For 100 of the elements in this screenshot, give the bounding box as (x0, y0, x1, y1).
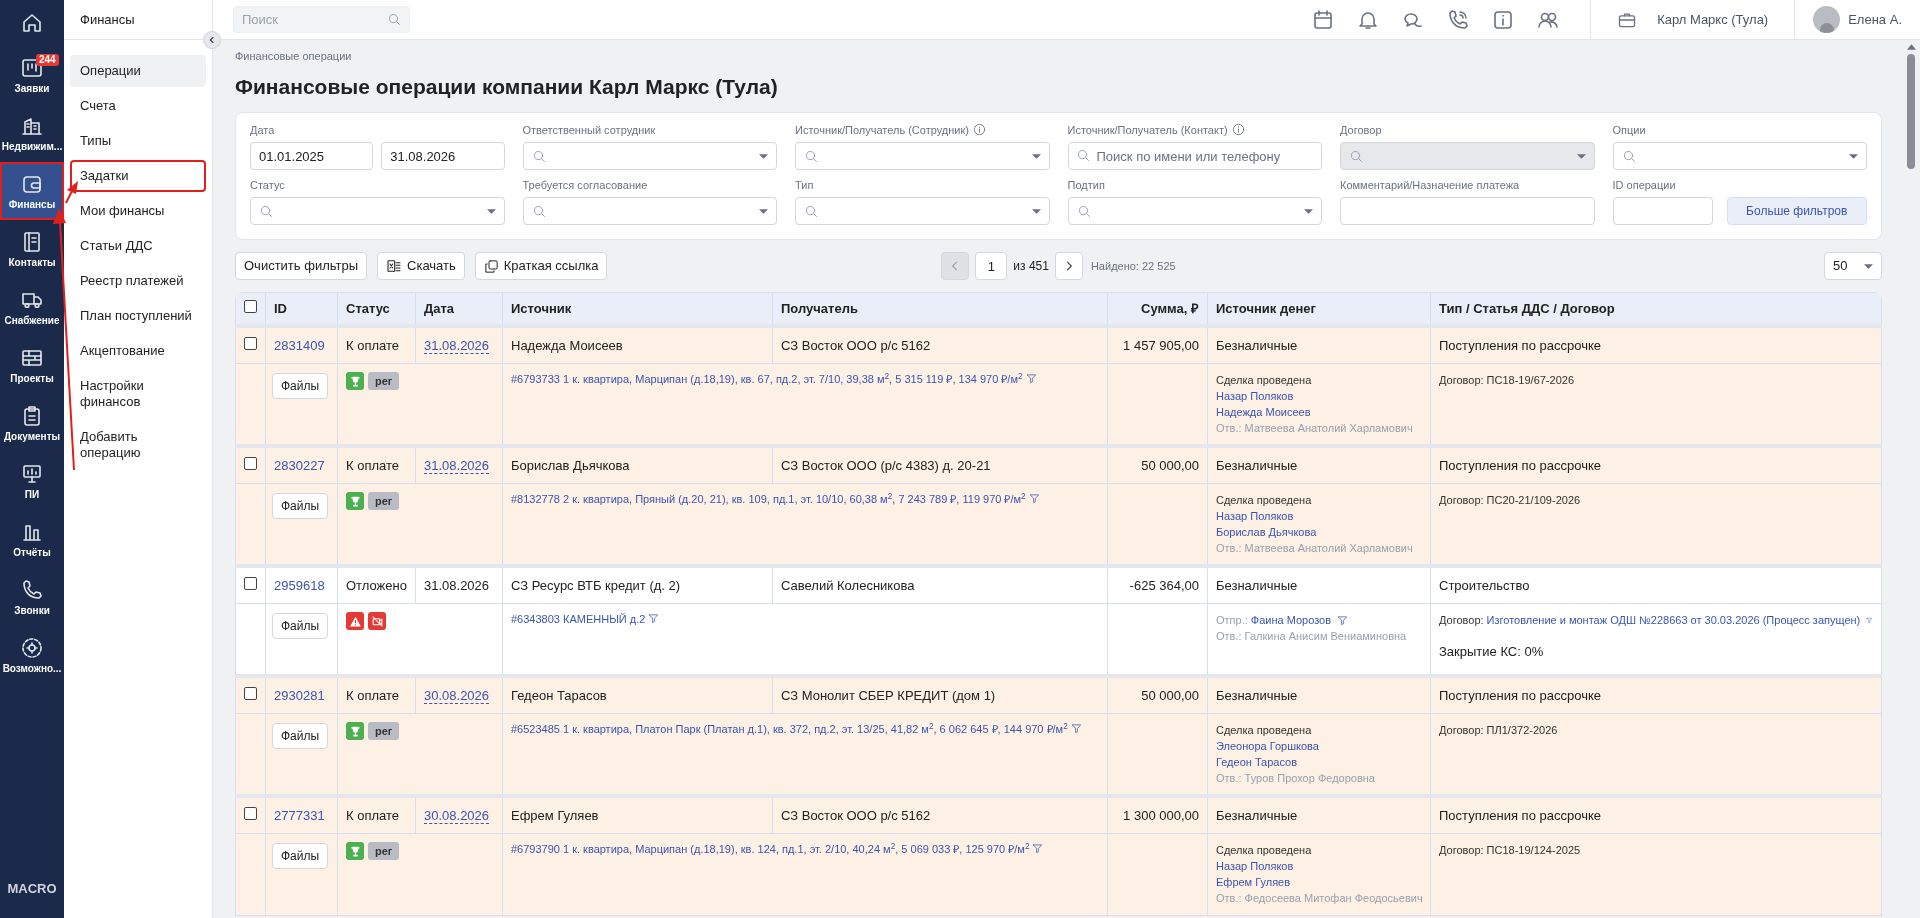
property-link[interactable]: #6793790 1 к. квартира, Марципан (д.18,19), кв. 124, пд.1, эт. 2/10, 40,24 м$^{2}$, 5 069 033 ₽, 125 970 ₽/м$^{2}$ (511, 843, 1030, 855)
column-header[interactable]: Получатель (772, 292, 1108, 326)
company-name[interactable]: Карл Маркс (Тула) (1657, 9, 1769, 30)
tag: рег (368, 722, 400, 740)
contact-link[interactable]: Элеонора Горшкова (1216, 740, 1319, 752)
nav-item[interactable]: ПИ (0, 452, 64, 510)
date-field[interactable]: 01.01.2025 (250, 142, 374, 170)
search-field[interactable]: Поиск по имени или телефону (1067, 142, 1322, 170)
contact-link[interactable]: Гедеон Тарасов (1216, 756, 1298, 768)
column-header[interactable]: ID (265, 292, 338, 326)
sidebar-item[interactable]: Добавить операцию (70, 421, 206, 469)
search-field[interactable]: Поиск (233, 6, 410, 33)
info-icon[interactable] (972, 123, 986, 136)
nav-item[interactable]: Контакты (0, 220, 64, 278)
sidebar-item[interactable]: Реестр платежей (70, 265, 206, 297)
files-button[interactable]: Файлы (272, 493, 329, 519)
toolbar-button[interactable]: Краткая ссылка (474, 252, 608, 280)
checkbox[interactable] (244, 806, 257, 820)
page-size-select[interactable]: 50 (1824, 252, 1882, 280)
search-icon (387, 12, 402, 27)
nav-item[interactable]: Документы (0, 394, 64, 452)
scroll-up-icon[interactable] (1906, 44, 1916, 50)
column-header[interactable]: Источник (502, 292, 773, 326)
contact-link[interactable]: Борислав Дьячкова (1216, 526, 1317, 538)
filter-icon[interactable] (1025, 373, 1037, 384)
filter-icon[interactable] (1032, 843, 1044, 854)
files-button[interactable]: Файлы (272, 373, 329, 399)
contact-link[interactable]: Назар Поляков (1216, 390, 1294, 402)
column-header[interactable]: Источник денег (1207, 292, 1431, 326)
toolbar-button[interactable]: Скачать (377, 252, 465, 280)
sidebar-item[interactable]: Операции (70, 55, 206, 87)
contract-link[interactable]: Изготовление и монтаж ОДШ №228663 от 30.03.2026 (Процесс запущен) (1486, 612, 1861, 628)
nav-item[interactable]: Возможно... (0, 626, 64, 684)
column-header[interactable]: Статус (337, 292, 416, 326)
filter-label: Статус (250, 179, 285, 191)
checkbox[interactable] (244, 299, 257, 313)
sidebar-item[interactable]: Статьи ДДС (70, 230, 206, 262)
select-field[interactable] (1612, 142, 1867, 170)
files-button[interactable]: Файлы (272, 843, 329, 869)
user-name[interactable]: Елена А. (1848, 9, 1902, 30)
page-field[interactable]: 1 (975, 252, 1008, 280)
select-field[interactable] (522, 197, 777, 225)
avatar[interactable] (1813, 6, 1841, 33)
collapse-button[interactable] (203, 31, 221, 49)
select-field[interactable] (250, 197, 505, 225)
select-field[interactable] (1067, 197, 1322, 225)
property-link[interactable]: #6793733 1 к. квартира, Марципан (д.18,19), кв. 67, пд.2, эт. 7/10, 39,38 м$^{2}$, 5 315 119 ₽, 134 970 ₽/м$^{2}$ (511, 373, 1023, 385)
column-header[interactable]: Тип / Статья ДДС / Договор (1430, 292, 1882, 326)
caret-icon (1864, 263, 1873, 269)
sidebar-item[interactable]: Акцептование (70, 335, 206, 367)
sidebar-item[interactable]: План поступлений (70, 300, 206, 332)
nav-item[interactable]: 244 Заявки (0, 46, 64, 104)
select-field[interactable] (522, 142, 777, 170)
amount-text: -625 364,00 (1129, 577, 1199, 593)
checkbox[interactable] (244, 336, 257, 350)
select-field[interactable] (795, 142, 1050, 170)
breadcrumb[interactable]: Финансовые операции (235, 50, 1882, 63)
sidebar-item[interactable]: Задатки (70, 160, 206, 192)
filter-icon[interactable] (648, 613, 660, 624)
property-link[interactable]: #6523485 1 к. квартира, Платон Парк (Платан д.1), кв. 372, пд.2, эт. 13/25, 41,82 м$^{2}$, 6 062 645 ₽, 144 970 ₽/м$^{2}$ (511, 723, 1068, 735)
toolbar-button[interactable]: Очистить фильтры (235, 252, 368, 280)
caret-icon (759, 208, 768, 214)
files-button[interactable]: Файлы (272, 613, 329, 639)
filter-icon[interactable] (1337, 614, 1349, 626)
checkbox[interactable] (244, 456, 257, 470)
contact-link[interactable]: Ефрем Гуляев (1216, 876, 1291, 888)
nav-item[interactable]: Финансы (0, 162, 64, 220)
contact-link[interactable]: Назар Поляков (1216, 860, 1294, 872)
filter-icon[interactable] (1028, 493, 1040, 504)
info-icon[interactable] (1231, 123, 1245, 136)
sidebar-item[interactable]: Типы (70, 125, 206, 157)
column-header[interactable]: Сумма, ₽ (1107, 292, 1208, 326)
source-text: Надежда Моисеев (511, 337, 623, 353)
checkbox[interactable] (244, 576, 257, 590)
property-link[interactable]: #6343803 КАМЕННЫЙ д.2 (511, 613, 646, 625)
phone-icon[interactable] (1446, 7, 1471, 32)
contact-link[interactable]: Назар Поляков (1216, 510, 1294, 522)
text-field[interactable] (1340, 197, 1595, 225)
nav-item[interactable]: Отчёты (0, 510, 64, 568)
files-button[interactable]: Файлы (272, 723, 329, 749)
contact-link[interactable]: Надежда Моисеев (1216, 406, 1311, 418)
scrollbar-thumb[interactable] (1907, 54, 1915, 169)
type-text: Поступления по рассрочке (1439, 337, 1601, 353)
contract-label: Договор: (1439, 373, 1484, 388)
sidebar-item[interactable]: Счета (70, 90, 206, 122)
nav-item[interactable]: Недвижим... (0, 104, 64, 162)
id-field[interactable] (1612, 197, 1713, 225)
select-field[interactable] (795, 197, 1050, 225)
sidebar-item[interactable]: Настройки финансов (70, 370, 206, 418)
date-field[interactable]: 31.08.2026 (381, 142, 505, 170)
property-link[interactable]: #8132778 2 к. квартира, Пряный (д.20, 21), кв. 109, пд.1, эт. 10/10, 60,38 м$^{2}$, 7 243 789 ₽, 119 970 ₽/м$^{2}$ (511, 493, 1026, 505)
more-filters-button[interactable]: Больше фильтров (1726, 197, 1867, 225)
filter-icon[interactable] (1070, 723, 1082, 734)
checkbox[interactable] (244, 686, 257, 700)
contact-link[interactable]: Фаина Морозов (1250, 612, 1332, 628)
column-header[interactable]: Дата (415, 292, 503, 326)
nav-item[interactable]: Проекты (0, 336, 64, 394)
nav-item[interactable]: Звонки (0, 568, 64, 626)
nav-item[interactable]: Снабжение (0, 278, 64, 336)
sidebar-item[interactable]: Мои финансы (70, 195, 206, 227)
